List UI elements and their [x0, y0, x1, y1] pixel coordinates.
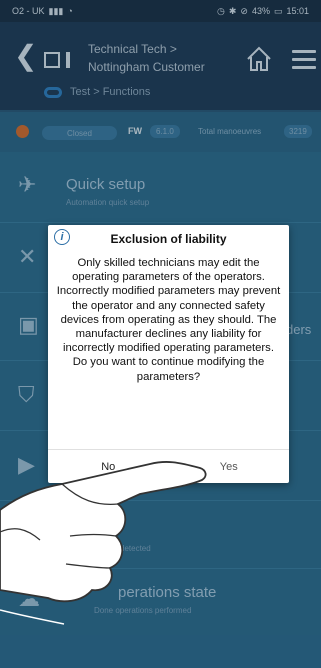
dialog-title: Exclusion of liability [110, 232, 227, 246]
dialog-message: Only skilled technicians may edit the op… [56, 257, 281, 383]
pointing-hand-illustration [0, 461, 207, 625]
